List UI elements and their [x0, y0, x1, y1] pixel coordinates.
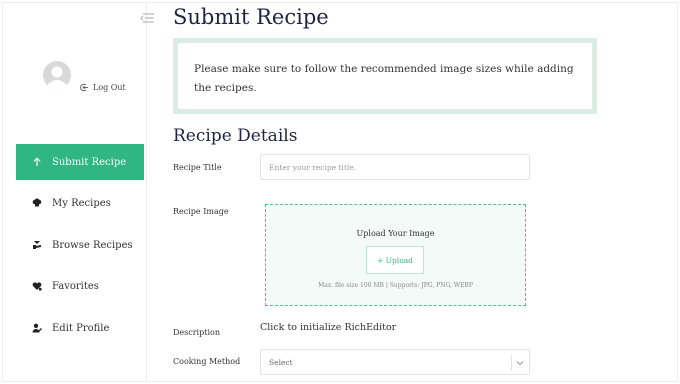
description-label: Description — [173, 328, 220, 337]
select-divider — [511, 355, 512, 371]
logout-icon — [80, 83, 89, 92]
heart-icon — [32, 281, 42, 291]
cooking-method-value: Select — [269, 357, 293, 367]
logout-label: Log Out — [93, 83, 126, 92]
cooking-method-label: Cooking Method — [173, 357, 241, 366]
notice-box: Please make sure to follow the recommend… — [173, 38, 597, 114]
sidebar-item-label: Favorites — [52, 280, 99, 292]
sidebar-item-label: My Recipes — [52, 197, 111, 209]
recipe-title-label: Recipe Title — [173, 163, 222, 172]
upload-title: Upload Your Image — [356, 229, 435, 238]
sidebar-item-label: Browse Recipes — [52, 239, 133, 251]
cooking-method-select[interactable]: Select — [260, 349, 530, 375]
upload-hint: Max. file size 100 MB | Supports: JPG, P… — [318, 282, 473, 289]
sidebar-item-browse-recipes[interactable]: Browse Recipes — [16, 227, 144, 263]
chevron-down-icon — [516, 361, 524, 366]
sidebar-item-edit-profile[interactable]: Edit Profile — [16, 310, 144, 346]
sidebar-item-submit-recipe[interactable]: Submit Recipe — [16, 144, 144, 180]
upload-button[interactable]: + Upload — [366, 246, 424, 274]
recipe-title-input[interactable] — [260, 154, 530, 180]
image-upload-dropzone[interactable]: Upload Your Image + Upload Max. file siz… — [265, 204, 526, 306]
sidebar-item-label: Submit Recipe — [52, 156, 127, 168]
avatar[interactable] — [43, 61, 71, 89]
chef-hat-icon — [32, 198, 42, 208]
user-silhouette-icon — [47, 66, 67, 89]
notice-text: Please make sure to follow the recommend… — [194, 63, 574, 94]
logout-link[interactable]: Log Out — [80, 83, 126, 92]
section-title: Recipe Details — [173, 126, 298, 146]
sidebar-item-label: Edit Profile — [52, 322, 110, 334]
page-title: Submit Recipe — [173, 5, 329, 29]
user-edit-icon — [32, 323, 42, 333]
description-editor[interactable]: Click to initialize RichEditor — [260, 322, 396, 333]
collapse-sidebar-icon[interactable] — [140, 13, 154, 23]
browse-icon — [32, 240, 42, 250]
sidebar-item-favorites[interactable]: Favorites — [16, 268, 144, 304]
main-content: Submit Recipe Please make sure to follow… — [173, 0, 673, 384]
arrow-up-icon — [32, 157, 42, 167]
recipe-image-label: Recipe Image — [173, 207, 229, 216]
sidebar-item-my-recipes[interactable]: My Recipes — [16, 185, 144, 221]
